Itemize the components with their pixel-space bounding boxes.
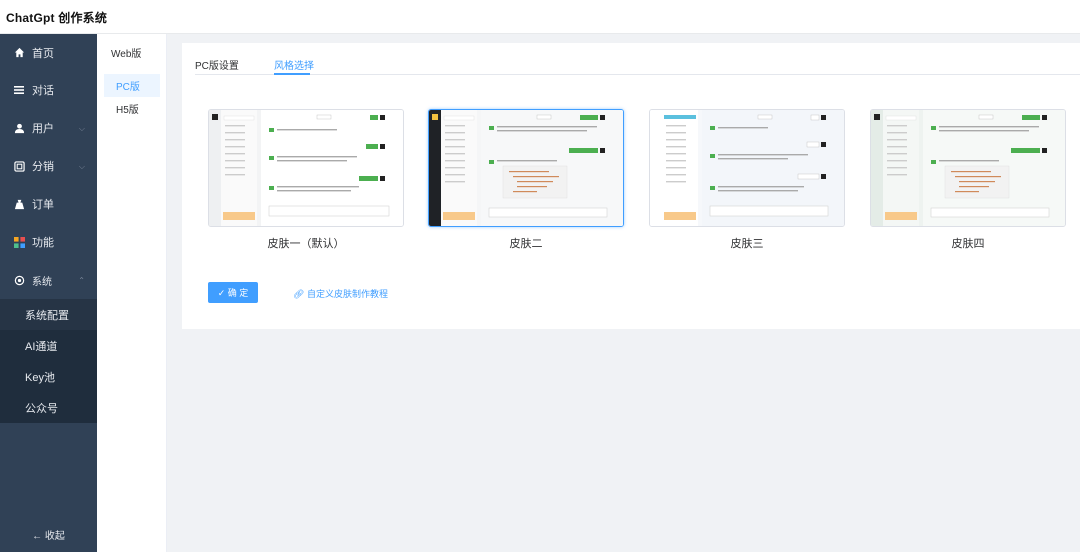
settings-icon [13, 274, 25, 286]
sidebar-item-distribution[interactable]: 分销 ⌵ [0, 147, 97, 185]
skin-option-1[interactable]: 皮肤一（默认） [208, 109, 404, 251]
app-logo: ChatGpt 创作系统 [6, 11, 108, 25]
chevron-down-icon: ⌵ [78, 124, 85, 133]
skin-label: 皮肤三 [730, 238, 764, 250]
sidebar-item-home[interactable]: 首页 [0, 34, 97, 71]
skin-preview-image [209, 110, 403, 226]
sidebar-item-label: 首页 [32, 47, 54, 60]
sidebar-item-official-account[interactable]: 公众号 [0, 392, 97, 423]
top-bar: ChatGpt 创作系统 [0, 0, 1080, 34]
subnav-group-title: Web版 [111, 49, 142, 60]
skin-preview-1[interactable] [208, 109, 404, 227]
share-icon [13, 160, 25, 172]
tab-bar: PC版设置 风格选择 [195, 43, 1080, 75]
link-icon: 🔗︎ [293, 289, 305, 299]
sidebar-item-label: 功能 [32, 237, 54, 249]
skin-label: 皮肤四 [951, 238, 985, 250]
skin-preview-image [429, 110, 623, 226]
skin-label: 皮肤一（默认） [267, 238, 345, 250]
sidebar-item-label: 用户 [32, 123, 54, 135]
system-submenu: 系统配置 AI通道 Key池 公众号 [0, 299, 97, 423]
sidebar-item-label: 订单 [32, 199, 54, 211]
sidebar-item-features[interactable]: 功能 [0, 223, 97, 261]
sidebar-item-label: 分销 [32, 161, 54, 173]
subnav-item-pc[interactable]: PC版 [104, 74, 160, 97]
skin-label: 皮肤二 [509, 238, 543, 250]
tab-style-select[interactable]: 风格选择 [274, 57, 314, 72]
skin-preview-4[interactable] [870, 109, 1066, 227]
grid-icon [13, 236, 25, 248]
skin-preview-image [650, 110, 844, 226]
tab-pc-settings[interactable]: PC版设置 [195, 57, 239, 72]
skin-option-3[interactable]: 皮肤三 [649, 109, 845, 251]
sidebar-item-label: 对话 [32, 85, 54, 97]
sidebar-item-system-config[interactable]: 系统配置 [0, 299, 97, 330]
skin-preview-2[interactable] [428, 109, 624, 227]
chevron-up-icon: ⌃ [78, 276, 85, 285]
sub-navigation: Web版 PC版 H5版 [97, 34, 167, 552]
skin-option-2[interactable]: 皮肤二 [428, 109, 624, 251]
sidebar-item-orders[interactable]: 订单 [0, 185, 97, 223]
skin-preview-image [871, 110, 1065, 226]
settings-panel: PC版设置 风格选择 皮肤一（默认） 皮肤二 皮肤三 皮肤四 ✓ 确 定 🔗︎ … [182, 43, 1080, 329]
sidebar-item-system[interactable]: 系统 ⌃ [0, 261, 97, 299]
sidebar-item-ai-channel[interactable]: AI通道 [0, 330, 97, 361]
home-icon [13, 47, 25, 59]
order-icon [13, 198, 25, 210]
custom-skin-tutorial-link[interactable]: 🔗︎ 自定义皮肤制作教程 [293, 287, 388, 300]
user-icon [13, 122, 25, 134]
list-icon [13, 84, 25, 96]
sidebar: 首页 对话 用户 ⌵ 分销 ⌵ 订单 功能 系统 ⌃ 系统配置 AI通道 Key… [0, 34, 97, 552]
skin-option-4[interactable]: 皮肤四 [870, 109, 1066, 251]
sidebar-item-chat[interactable]: 对话 [0, 71, 97, 109]
confirm-button[interactable]: ✓ 确 定 [208, 282, 258, 303]
sidebar-item-users[interactable]: 用户 ⌵ [0, 109, 97, 147]
skin-preview-3[interactable] [649, 109, 845, 227]
sidebar-item-key-pool[interactable]: Key池 [0, 361, 97, 392]
collapse-button[interactable]: ← 收起 [0, 527, 97, 542]
active-tab-indicator [274, 73, 310, 75]
chevron-down-icon: ⌵ [78, 162, 85, 171]
sidebar-item-label: 系统 [32, 276, 52, 288]
subnav-item-h5[interactable]: H5版 [104, 97, 160, 120]
